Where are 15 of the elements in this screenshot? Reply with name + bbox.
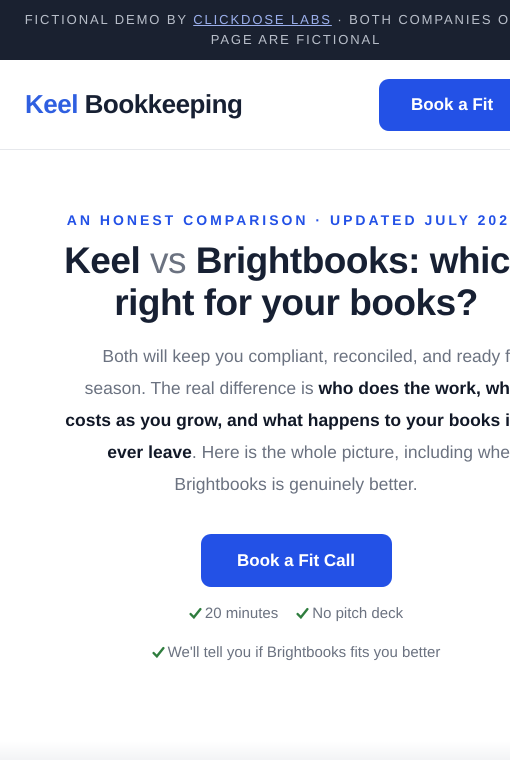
eyebrow-text: AN HONEST COMPARISON · UPDATED JULY 202 bbox=[66, 212, 510, 228]
check-icon bbox=[296, 607, 310, 620]
banner-link[interactable]: CLICKDOSE LABS bbox=[193, 12, 332, 27]
benefit-text: No pitch deck bbox=[312, 605, 404, 622]
book-call-button[interactable]: Book a Fit Call bbox=[200, 534, 392, 587]
intro-paragraph: Both will keep you compliant, reconciled, and ready f season. The real difference is who does the work, wh costs as you grow, and what happens to your books i ever leave. Here is the whole picture, including whe Brightbooks is genuinely better. bbox=[64, 345, 510, 496]
banner-text: PAGE ARE FICTIONAL bbox=[210, 32, 382, 48]
benefit-text: 20 minutes bbox=[204, 605, 278, 622]
check-icon bbox=[152, 646, 165, 659]
banner-text: FICTIONAL DEMO BY CLICKDOSE LABS · BOTH COMPANIES O bbox=[24, 12, 510, 28]
check-icon bbox=[188, 607, 202, 620]
book-call-button[interactable]: Book a Fit bbox=[379, 78, 510, 130]
logo[interactable]: Keel Bookkeeping bbox=[25, 89, 242, 120]
benefit-text: We'll tell you if Brightbooks fits you better bbox=[168, 644, 440, 661]
page-heading: Keel vs Brightbooks: whic right for your books? bbox=[63, 240, 510, 324]
